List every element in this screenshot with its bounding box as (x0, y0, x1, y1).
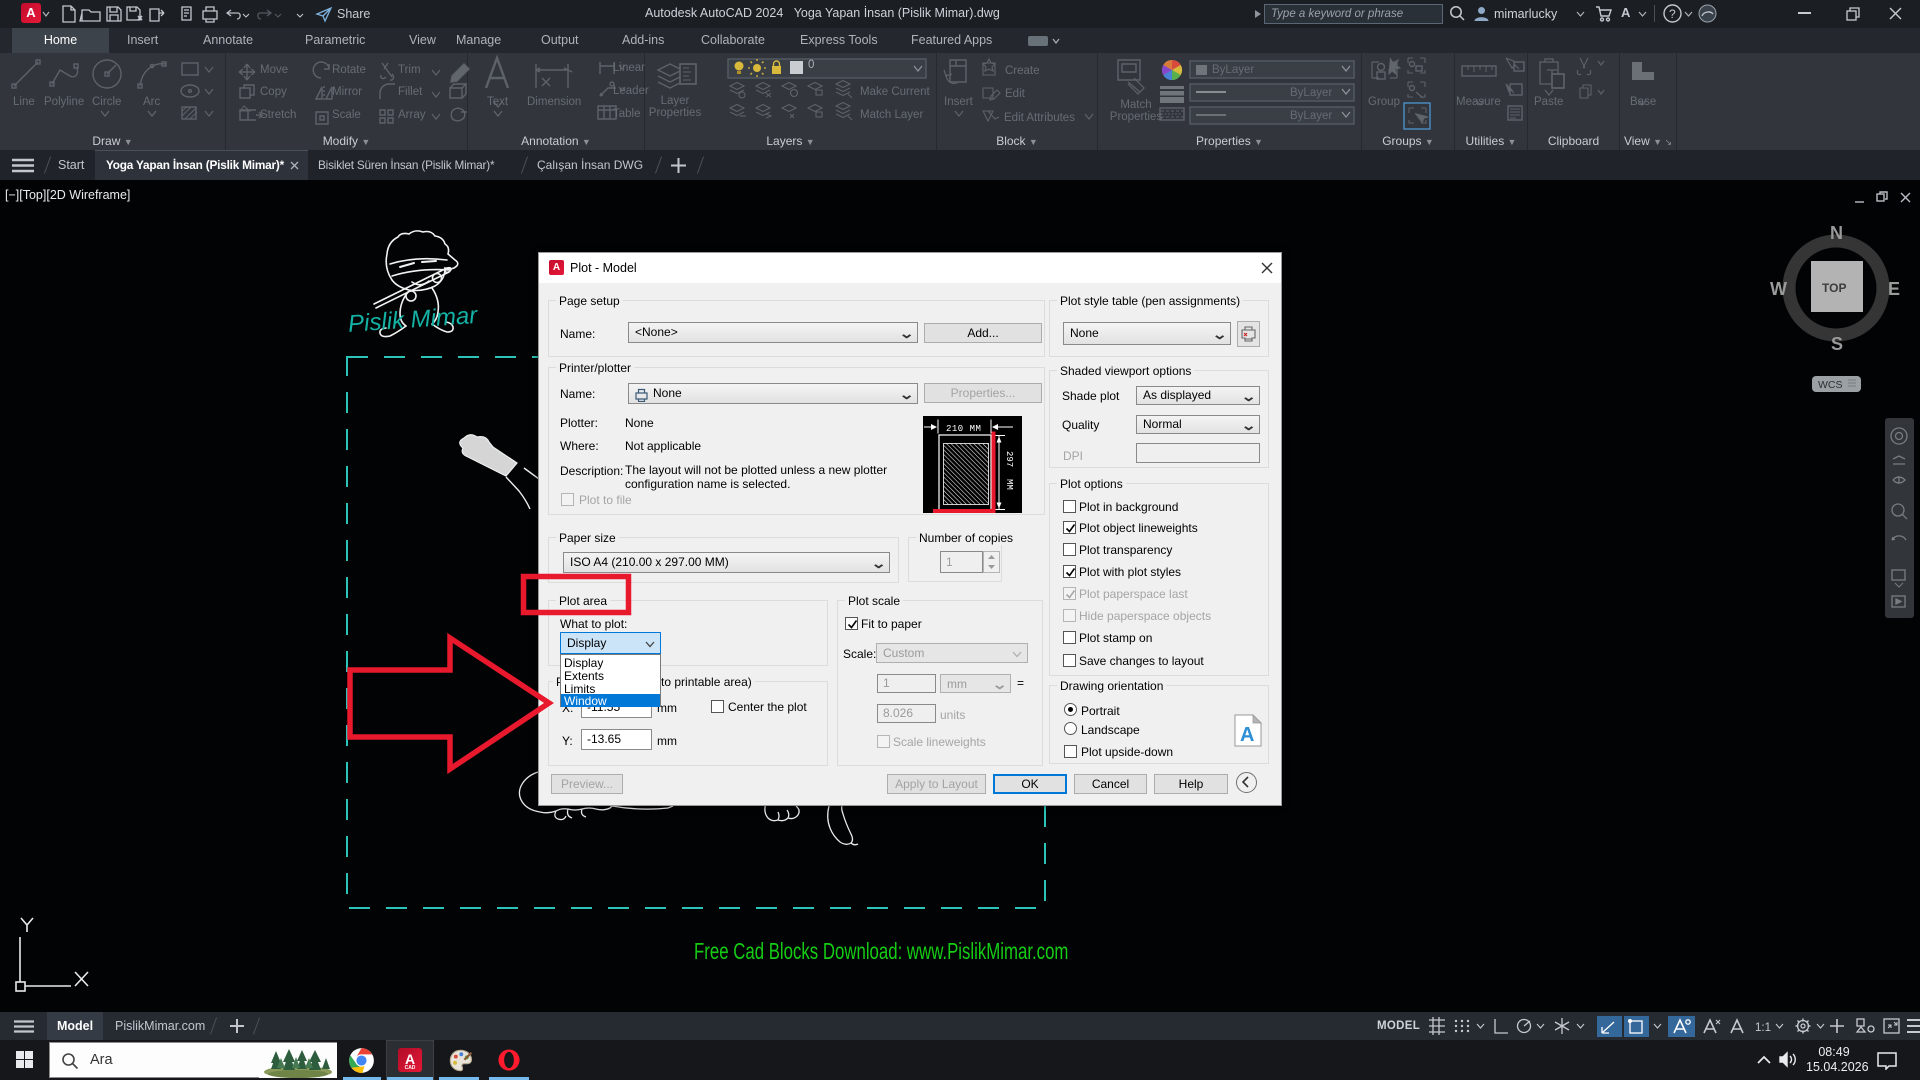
svg-text:?: ? (1669, 7, 1676, 21)
svg-text:1:1: 1:1 (1755, 1022, 1771, 1034)
